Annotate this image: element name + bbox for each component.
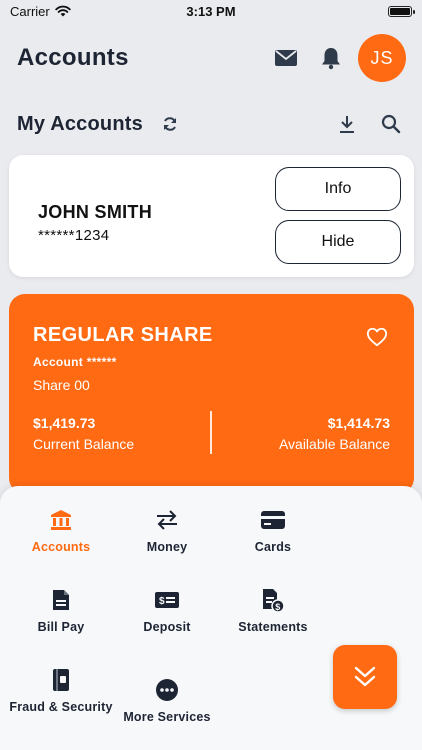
menu-item-statements[interactable]: $ Statements: [219, 586, 327, 634]
menu-item-accounts[interactable]: Accounts: [7, 506, 115, 554]
search-icon[interactable]: [378, 111, 404, 137]
hide-button[interactable]: Hide: [275, 220, 401, 264]
info-button[interactable]: Info: [275, 167, 401, 211]
download-icon[interactable]: [334, 111, 360, 137]
avatar[interactable]: JS: [358, 34, 406, 82]
shield-book-icon: [47, 666, 75, 694]
section-title: My Accounts: [17, 112, 143, 135]
page-title: Accounts: [17, 44, 129, 71]
menu-item-more-services[interactable]: More Services: [113, 676, 221, 724]
bell-icon[interactable]: [317, 44, 345, 72]
svg-text:$: $: [159, 596, 165, 607]
status-left: Carrier: [10, 4, 71, 19]
menu-item-money[interactable]: Money: [113, 506, 221, 554]
share-account-line: Account ******: [33, 355, 117, 369]
menu-label: Bill Pay: [37, 620, 85, 634]
wifi-icon: [55, 5, 71, 17]
bottom-menu-sheet: Accounts Money Cards Bill Pay $ Deposit …: [0, 486, 422, 750]
heart-icon[interactable]: [366, 326, 388, 348]
menu-label: Cards: [254, 540, 292, 554]
balance-divider: [210, 411, 212, 454]
menu-label: Fraud & Security: [9, 700, 113, 714]
current-balance-amount: $1,419.73: [33, 415, 96, 431]
menu-label: Money: [146, 540, 188, 554]
member-card: JOHN SMITH ******1234 Info Hide: [9, 155, 414, 277]
carrier-label: Carrier: [10, 3, 50, 19]
statement-icon: $: [259, 586, 287, 614]
menu-label: Accounts: [31, 540, 91, 554]
more-dots-icon: [153, 676, 181, 704]
menu-item-deposit[interactable]: $ Deposit: [113, 586, 221, 634]
bank-icon: [47, 506, 75, 534]
menu-item-bill-pay[interactable]: Bill Pay: [7, 586, 115, 634]
member-account-number: ******1234: [38, 227, 110, 244]
card-icon: [259, 506, 287, 534]
collapse-menu-button[interactable]: [333, 645, 397, 709]
svg-text:$: $: [275, 602, 280, 612]
menu-label: Statements: [238, 620, 308, 634]
document-icon: [47, 586, 75, 614]
section-header: My Accounts: [0, 104, 422, 144]
mail-icon[interactable]: [272, 44, 300, 72]
status-bar: Carrier 3:13 PM: [0, 0, 422, 22]
battery-icon: [388, 5, 415, 17]
menu-item-cards[interactable]: Cards: [219, 506, 327, 554]
share-title: REGULAR SHARE: [33, 324, 213, 346]
transfer-icon: [153, 506, 181, 534]
app-header: Accounts JS: [0, 30, 422, 86]
menu-label: Deposit: [143, 620, 191, 634]
check-deposit-icon: $: [153, 586, 181, 614]
menu-label: More Services: [123, 710, 211, 724]
share-account-card[interactable]: REGULAR SHARE Account ****** Share 00 $1…: [9, 294, 414, 494]
available-balance-label: Available Balance: [278, 436, 390, 452]
available-balance-amount: $1,414.73: [327, 415, 390, 431]
current-balance-label: Current Balance: [33, 436, 135, 452]
refresh-icon[interactable]: [159, 113, 181, 135]
share-subtitle: Share 00: [33, 377, 90, 393]
member-name: JOHN SMITH: [38, 202, 153, 222]
double-chevron-down-icon: [354, 666, 376, 687]
menu-item-fraud-security[interactable]: Fraud & Security: [7, 666, 115, 714]
